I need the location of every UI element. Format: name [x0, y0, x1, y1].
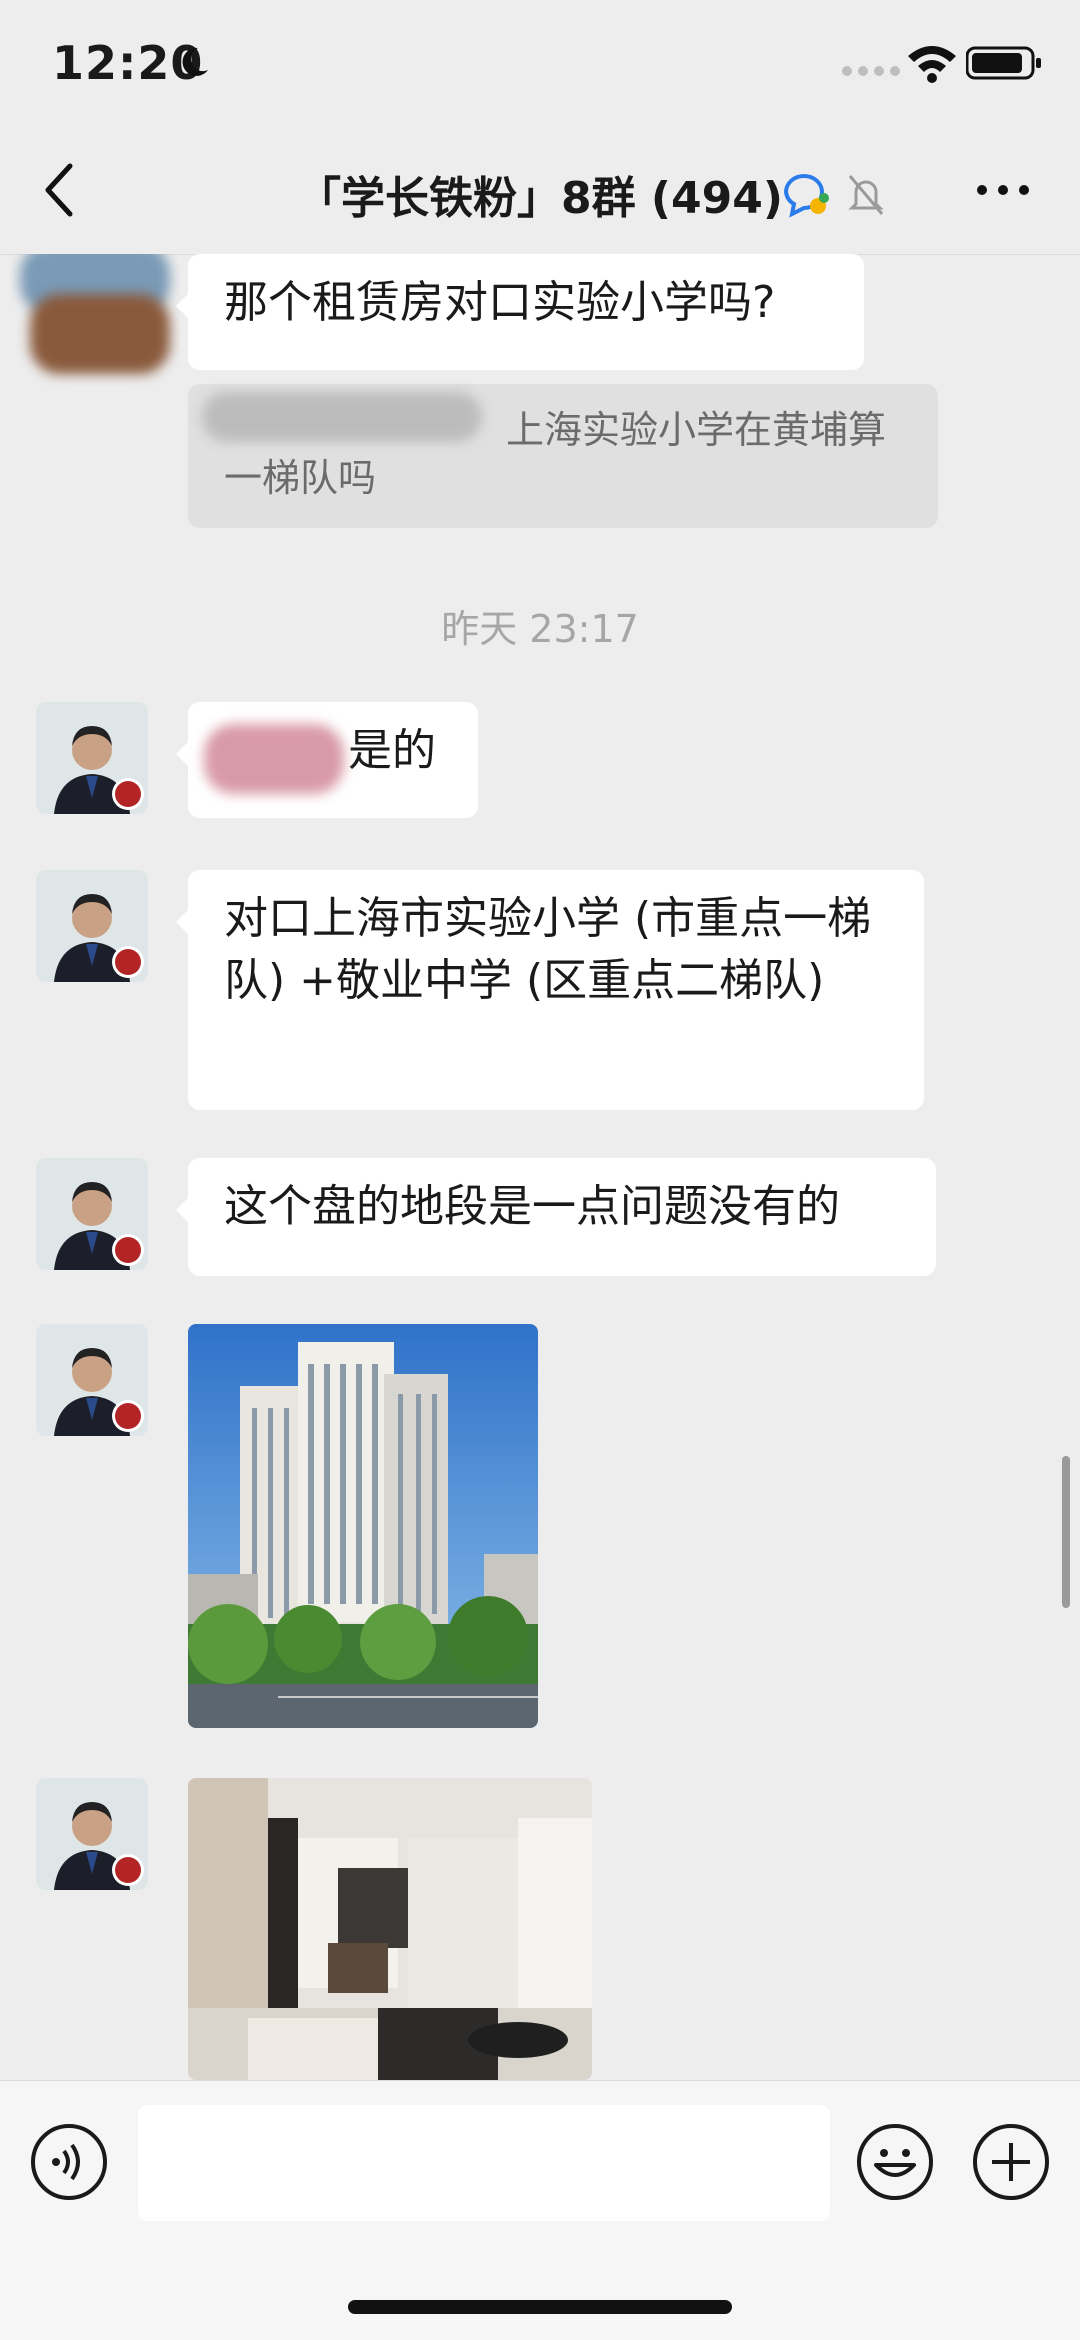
blurred-name — [202, 392, 482, 442]
chat-status-icons — [783, 174, 884, 218]
status-bar: 12:20 — [0, 0, 1080, 130]
interior-photo[interactable] — [188, 1778, 592, 2080]
chat-header: 「学长铁粉」8群 (494) — [0, 130, 1080, 255]
message-text: 是的 — [348, 725, 436, 776]
message-timestamp: 昨天 23:17 — [441, 607, 639, 651]
message-bubble[interactable]: 对口上海市实验小学 (市重点一梯队) +敬业中学 (区重点二梯队) — [176, 870, 924, 1110]
emoji-icon[interactable] — [856, 2123, 934, 2201]
moon-icon — [182, 47, 208, 76]
more-options-icon[interactable] — [974, 180, 1032, 200]
chat-messages[interactable]: 那个租赁房对口实验小学吗? 上海实验小学在黄埔算一梯队吗 昨天 23:17 是的 — [0, 254, 1080, 2080]
avatar[interactable] — [36, 1158, 148, 1270]
message-text: 对口上海市实验小学 (市重点一梯队) +敬业中学 (区重点二梯队) — [224, 893, 872, 1006]
mute-bell-icon — [848, 175, 884, 215]
message-text: 这个盘的地段是一点问题没有的 — [224, 1181, 840, 1232]
home-indicator[interactable] — [348, 2300, 732, 2314]
message-bubble[interactable]: 这个盘的地段是一点问题没有的 — [176, 1158, 936, 1276]
voice-icon[interactable] — [30, 2123, 108, 2201]
chat-title: 「学长铁粉」8群 (494) — [297, 173, 783, 224]
battery-icon — [966, 46, 1041, 80]
plus-icon[interactable] — [972, 2123, 1050, 2201]
blurred-mention — [204, 724, 344, 794]
avatar-blurred[interactable] — [10, 254, 180, 394]
message-input[interactable] — [138, 2105, 830, 2221]
avatar[interactable] — [36, 1778, 148, 1890]
message-bubble[interactable]: 那个租赁房对口实验小学吗? — [176, 254, 864, 370]
avatar[interactable] — [36, 702, 148, 814]
message-bubble[interactable]: 是的 — [176, 702, 478, 818]
wifi-icon — [908, 46, 956, 83]
message-text: 那个租赁房对口实验小学吗? — [224, 277, 776, 328]
cellular-signal-icon — [842, 62, 902, 78]
quoted-message[interactable]: 上海实验小学在黄埔算一梯队吗 — [188, 384, 938, 528]
avatar[interactable] — [36, 1324, 148, 1436]
group-chat-icon — [783, 174, 829, 218]
avatar[interactable] — [36, 870, 148, 982]
building-photo[interactable] — [188, 1324, 538, 1728]
scrollbar[interactable] — [1062, 1456, 1070, 1608]
